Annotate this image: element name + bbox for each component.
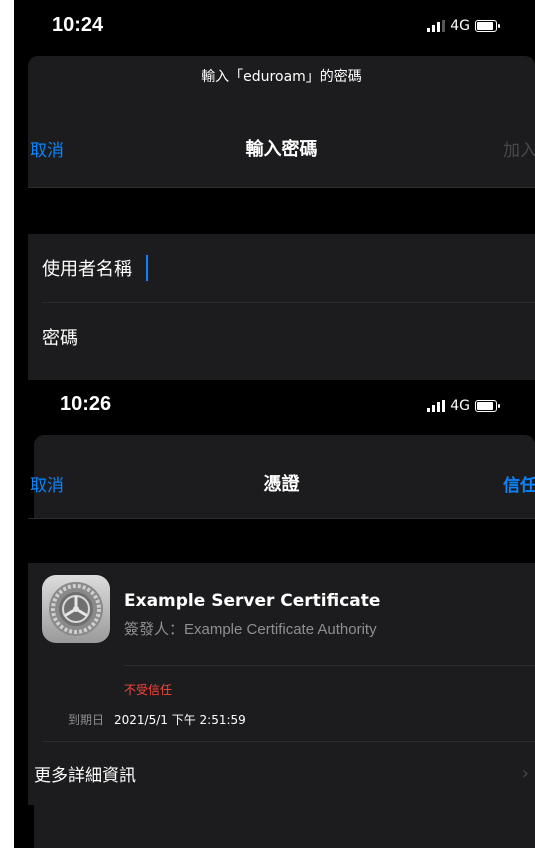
password-label: 密碼 bbox=[42, 328, 78, 349]
password-screen: 10:24 4G 輸入「eduroam」的密碼 取消 輸入密碼 加入 使用者名稱… bbox=[14, 0, 535, 380]
page-title: 輸入密碼 bbox=[245, 139, 318, 160]
password-sheet: 輸入「eduroam」的密碼 取消 輸入密碼 加入 使用者名稱 密碼 bbox=[28, 56, 535, 380]
navigation-bar: 取消 輸入密碼 加入 bbox=[28, 118, 535, 178]
certificate-name: Example Server Certificate bbox=[124, 591, 381, 611]
more-details-label: 更多詳細資訊 bbox=[34, 765, 136, 786]
battery-icon bbox=[475, 400, 500, 412]
network-label: 4G bbox=[450, 398, 470, 414]
battery-icon bbox=[475, 20, 500, 32]
status-time: 10:26 bbox=[60, 393, 112, 415]
group-spacer bbox=[28, 519, 535, 563]
signal-icon bbox=[427, 20, 446, 32]
text-cursor bbox=[146, 255, 148, 281]
status-bar: 10:26 4G bbox=[14, 380, 535, 440]
status-time: 10:24 bbox=[52, 14, 104, 36]
certificate-issuer: 簽發人：Example Certificate Authority bbox=[124, 621, 377, 638]
settings-gear-icon bbox=[42, 575, 110, 643]
signal-icon bbox=[427, 400, 446, 412]
certificate-card: Example Server Certificate 簽發人：Example C… bbox=[28, 563, 535, 805]
certificate-screen: 10:26 4G 取消 憑證 信任 Example Server Certifi… bbox=[14, 380, 535, 848]
expires-label: 到期日 bbox=[68, 713, 105, 727]
sheet-prompt: 輸入「eduroam」的密碼 bbox=[201, 69, 362, 85]
group-spacer bbox=[28, 188, 535, 234]
divider bbox=[42, 741, 535, 742]
network-label: 4G bbox=[450, 18, 470, 34]
chevron-right-icon: › bbox=[521, 763, 529, 784]
password-field[interactable]: 密碼 bbox=[28, 303, 535, 371]
expiration-row: 到期日 2021/5/1 下午 2:51:59 bbox=[68, 711, 246, 728]
more-details-row[interactable]: 更多詳細資訊 › bbox=[28, 743, 535, 803]
status-bar: 10:24 4G bbox=[14, 0, 535, 60]
username-field[interactable]: 使用者名稱 bbox=[28, 234, 535, 302]
status-indicators: 4G bbox=[427, 398, 500, 414]
divider bbox=[124, 665, 535, 666]
join-button[interactable]: 加入 bbox=[503, 136, 535, 161]
credential-group: 使用者名稱 密碼 bbox=[28, 234, 535, 371]
expires-value: 2021/5/1 下午 2:51:59 bbox=[114, 713, 246, 727]
trust-button[interactable]: 信任 bbox=[503, 471, 535, 496]
trust-status: 不受信任 bbox=[124, 683, 173, 697]
navigation-bar: 取消 憑證 信任 bbox=[28, 453, 535, 513]
certificate-sheet: 取消 憑證 信任 Example Server Certificate 簽發人：… bbox=[28, 435, 535, 848]
page-title: 憑證 bbox=[263, 474, 300, 495]
status-indicators: 4G bbox=[427, 18, 500, 34]
username-label: 使用者名稱 bbox=[42, 259, 132, 280]
